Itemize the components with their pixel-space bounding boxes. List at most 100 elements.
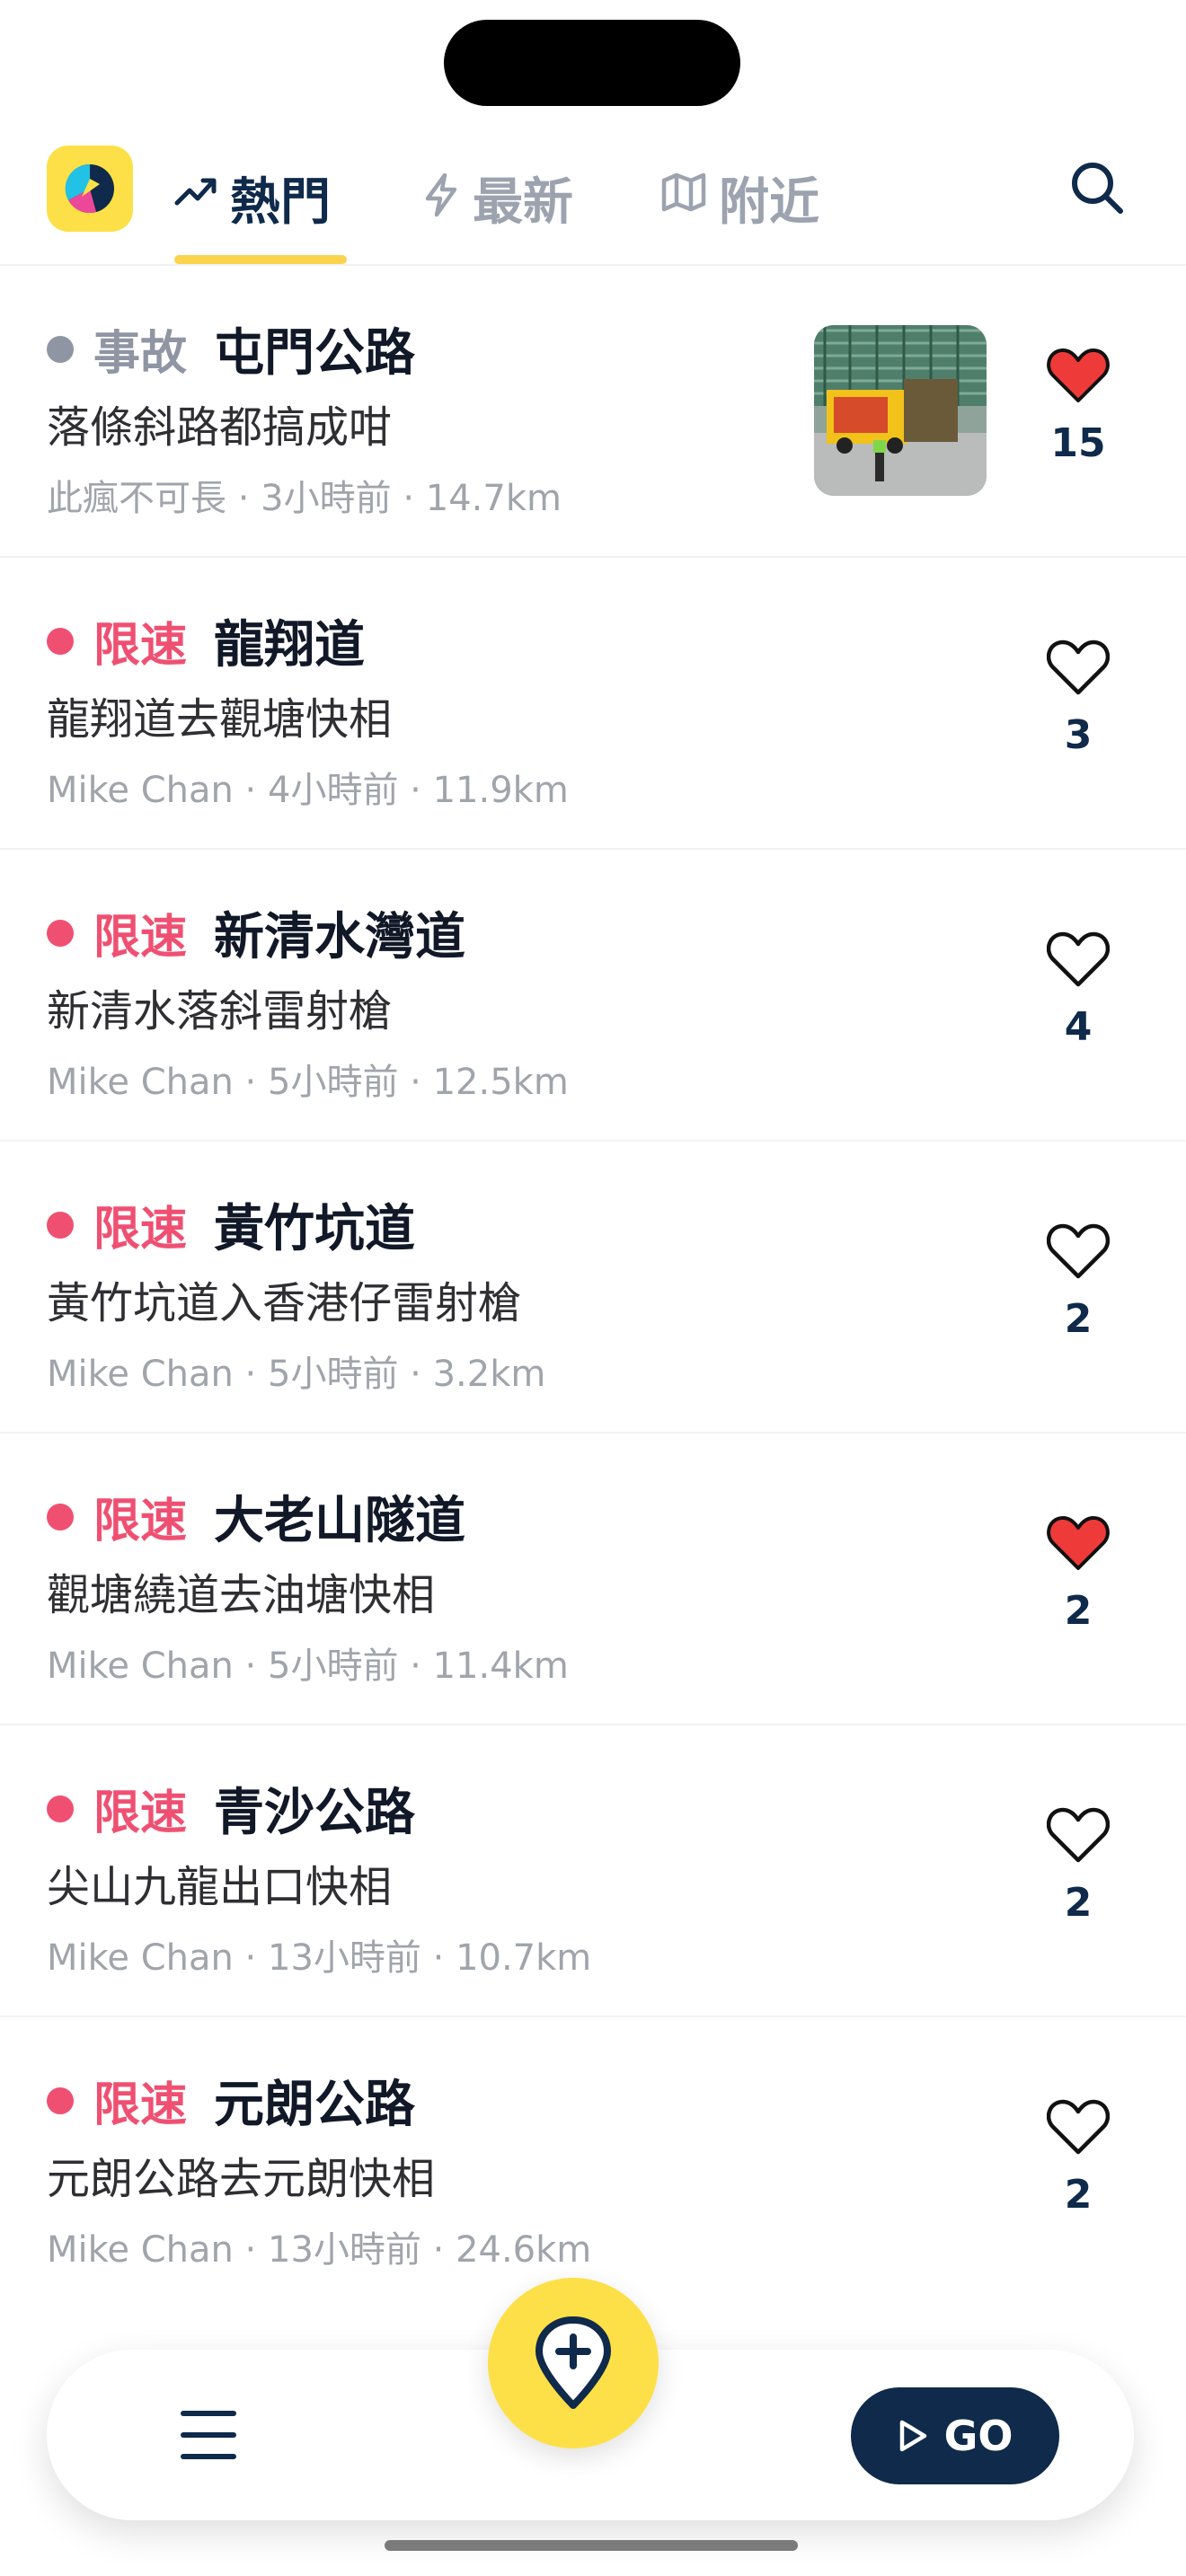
active-tab-indicator — [174, 255, 347, 264]
play-icon — [899, 2420, 926, 2452]
report-meta: Mike Chan · 13小時前 · 10.7km — [47, 1937, 592, 1979]
report-author: Mike Chan — [47, 1354, 234, 1395]
app-logo[interactable] — [47, 146, 133, 232]
bolt-icon — [425, 172, 457, 217]
like-button[interactable]: 2 — [1042, 1222, 1114, 1342]
heart-outline-icon — [1047, 2099, 1110, 2155]
report-description: 尖山九龍出口快相 — [47, 1862, 393, 1912]
report-meta: Mike Chan · 5小時前 · 3.2km — [47, 1354, 546, 1395]
report-distance: 14.7km — [425, 478, 562, 519]
road-name: 屯門公路 — [214, 324, 416, 383]
report-description: 觀塘繞道去油塘快相 — [47, 1570, 436, 1620]
category-dot — [47, 1211, 74, 1239]
report-description: 新清水落斜雷射槍 — [47, 986, 393, 1037]
category-label: 限速 — [93, 1495, 188, 1548]
heart-filled-icon — [1047, 1516, 1110, 1570]
report-meta: Mike Chan · 13小時前 · 24.6km — [47, 2229, 592, 2271]
report-distance: 24.6km — [456, 2229, 592, 2271]
report-row[interactable]: 限速 新清水灣道 新清水落斜雷射槍 Mike Chan · 5小時前 · 12.… — [0, 850, 1186, 1142]
report-distance: 11.4km — [432, 1645, 569, 1687]
report-description: 黃竹坑道入香港仔雷射槍 — [47, 1278, 522, 1328]
report-row[interactable]: 限速 龍翔道 龍翔道去觀塘快相 Mike Chan · 4小時前 · 11.9k… — [0, 558, 1186, 850]
tab-nearby-label: 附近 — [719, 173, 819, 232]
tab-hot-label: 熱門 — [230, 173, 331, 232]
category-label: 限速 — [93, 619, 188, 673]
menu-button[interactable] — [177, 2404, 240, 2466]
home-indicator — [385, 2540, 798, 2551]
like-count: 15 — [1050, 420, 1106, 466]
like-button[interactable]: 2 — [1042, 2098, 1114, 2218]
report-time: 5小時前 — [268, 1645, 399, 1687]
report-distance: 10.7km — [456, 1937, 592, 1979]
like-count: 2 — [1064, 1588, 1093, 1634]
report-photo-thumbnail[interactable] — [814, 325, 987, 496]
like-button[interactable]: 2 — [1042, 1514, 1114, 1634]
report-time: 13小時前 — [268, 2229, 421, 2271]
report-author: Mike Chan — [47, 2229, 234, 2271]
like-button[interactable]: 4 — [1042, 931, 1114, 1050]
report-description: 龍翔道去觀塘快相 — [47, 694, 393, 745]
report-author: 此瘋不可長 — [47, 478, 226, 519]
search-button[interactable] — [1066, 156, 1128, 219]
go-button[interactable]: GO — [851, 2387, 1059, 2484]
road-name: 大老山隧道 — [214, 1492, 466, 1550]
report-description: 元朗公路去元朗快相 — [47, 2154, 436, 2204]
map-pin-plus-icon — [535, 2316, 611, 2409]
go-label: GO — [943, 2412, 1013, 2460]
road-name: 元朗公路 — [214, 2076, 416, 2134]
road-name: 黃竹坑道 — [214, 1200, 416, 1258]
report-row[interactable]: 限速 黃竹坑道 黃竹坑道入香港仔雷射槍 Mike Chan · 5小時前 · 3… — [0, 1142, 1186, 1434]
tab-nearby[interactable]: 附近 — [661, 144, 819, 264]
report-meta: Mike Chan · 4小時前 · 11.9km — [47, 770, 569, 811]
add-report-button[interactable] — [488, 2278, 659, 2448]
like-count: 4 — [1064, 1004, 1093, 1050]
trending-icon — [174, 178, 217, 206]
like-button[interactable]: 2 — [1042, 1806, 1114, 1926]
heart-outline-icon — [1047, 640, 1110, 695]
report-time: 5小時前 — [268, 1354, 399, 1395]
report-row[interactable]: 限速 青沙公路 尖山九龍出口快相 Mike Chan · 13小時前 · 10.… — [0, 1725, 1186, 2017]
like-button[interactable]: 15 — [1042, 347, 1114, 466]
road-name: 青沙公路 — [214, 1784, 416, 1842]
like-count: 2 — [1064, 1880, 1093, 1926]
category-label: 限速 — [93, 1203, 188, 1257]
heart-outline-icon — [1047, 1807, 1110, 1863]
report-meta: Mike Chan · 5小時前 · 11.4km — [47, 1645, 569, 1687]
report-meta: 此瘋不可長 · 3小時前 · 14.7km — [47, 478, 562, 519]
report-row[interactable]: 限速 元朗公路 元朗公路去元朗快相 Mike Chan · 13小時前 · 24… — [0, 2017, 1186, 2309]
report-row[interactable]: 限速 大老山隧道 觀塘繞道去油塘快相 Mike Chan · 5小時前 · 11… — [0, 1434, 1186, 1725]
like-count: 2 — [1064, 2172, 1093, 2218]
tab-latest-label: 最新 — [473, 173, 573, 232]
road-name: 龍翔道 — [214, 616, 366, 675]
report-author: Mike Chan — [47, 1645, 234, 1687]
report-meta: Mike Chan · 5小時前 · 12.5km — [47, 1062, 569, 1103]
report-author: Mike Chan — [47, 1937, 234, 1979]
category-label: 限速 — [93, 2078, 188, 2132]
like-count: 2 — [1064, 1296, 1093, 1342]
category-dot — [47, 2086, 74, 2114]
report-author: Mike Chan — [47, 1062, 234, 1103]
menu-icon — [181, 2411, 236, 2416]
category-dot — [47, 1503, 74, 1531]
heart-outline-icon — [1047, 931, 1110, 987]
report-distance: 3.2km — [432, 1354, 546, 1395]
category-label: 限速 — [93, 911, 188, 965]
report-row[interactable]: 事故 屯門公路 落條斜路都搞成咁 此瘋不可長 · 3小時前 · 14.7km 1… — [0, 266, 1186, 558]
report-distance: 12.5km — [432, 1062, 569, 1103]
category-dot — [47, 919, 74, 947]
category-label: 限速 — [93, 1786, 188, 1840]
dynamic-island — [444, 20, 740, 106]
report-description: 落條斜路都搞成咁 — [47, 402, 393, 453]
category-label: 事故 — [93, 327, 188, 381]
top-navigation: 熱門 最新 附近 — [0, 144, 1186, 266]
report-distance: 11.9km — [432, 770, 569, 811]
report-time: 3小時前 — [261, 478, 392, 519]
report-time: 13小時前 — [268, 1937, 421, 1979]
tab-latest[interactable]: 最新 — [422, 144, 573, 264]
like-button[interactable]: 3 — [1042, 639, 1114, 758]
report-feed: 事故 屯門公路 落條斜路都搞成咁 此瘋不可長 · 3小時前 · 14.7km 1… — [0, 266, 1186, 2309]
heart-outline-icon — [1047, 1223, 1110, 1279]
tab-hot[interactable]: 熱門 — [174, 144, 331, 264]
like-count: 3 — [1064, 712, 1093, 758]
report-author: Mike Chan — [47, 770, 234, 811]
